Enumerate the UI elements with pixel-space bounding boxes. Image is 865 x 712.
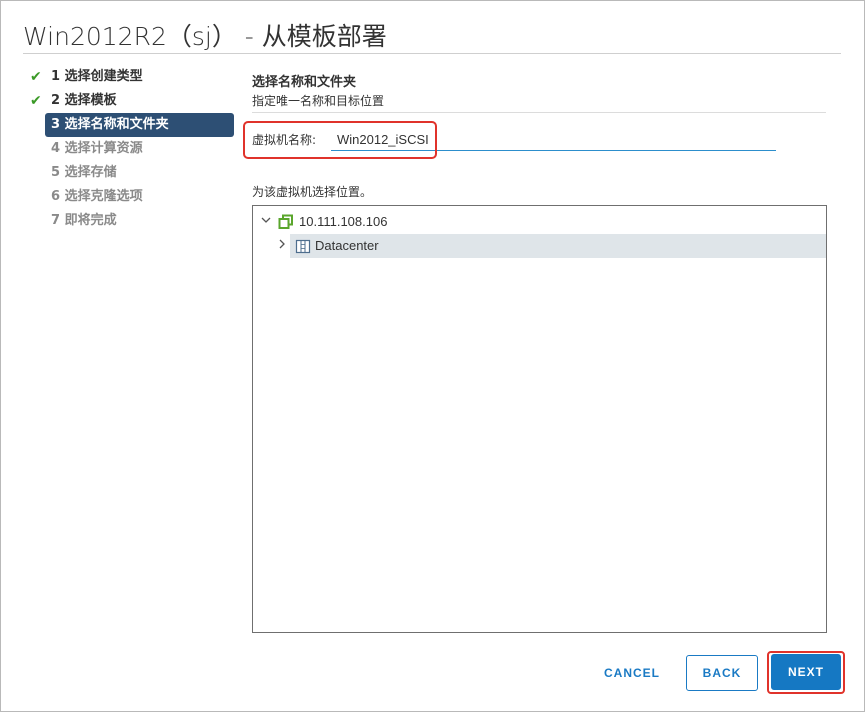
wizard-step-label: 1 选择创建类型 [51, 69, 143, 84]
wizard-step-label: 2 选择模板 [51, 93, 117, 108]
wizard-step-label: 3 选择名称和文件夹 [51, 117, 169, 132]
wizard-step-2[interactable]: ✔ 2 选择模板 [29, 89, 234, 113]
tree-node-vcenter[interactable]: 10.111.108.106 [253, 210, 826, 234]
tree-node-label: 10.111.108.106 [299, 214, 388, 229]
wizard-steps: ✔ 1 选择创建类型 ✔ 2 选择模板 3 选择名称和文件夹 4 选择计算资源 … [29, 65, 234, 233]
wizard-step-3[interactable]: 3 选择名称和文件夹 [45, 113, 234, 137]
tree-node-datacenter[interactable]: Datacenter [279, 234, 826, 258]
wizard-step-label: 6 选择克隆选项 [51, 189, 143, 204]
wizard-step-5: 5 选择存储 [29, 161, 234, 185]
deploy-from-template-dialog: Win2012R2（sj） - 从模板部署 ✔ 1 选择创建类型 ✔ 2 选择模… [0, 0, 865, 712]
wizard-step-label: 7 即将完成 [51, 213, 117, 228]
wizard-step-1[interactable]: ✔ 1 选择创建类型 [29, 65, 234, 89]
wizard-step-7: 7 即将完成 [29, 209, 234, 233]
wizard-step-6: 6 选择克隆选项 [29, 185, 234, 209]
check-icon: ✔ [30, 93, 42, 109]
dialog-title: Win2012R2（sj） - 从模板部署 [23, 22, 387, 51]
section-divider [252, 112, 826, 113]
next-button[interactable]: NEXT [771, 654, 841, 690]
chevron-down-icon[interactable] [260, 214, 272, 228]
chevron-right-icon[interactable] [276, 238, 288, 252]
tree-node-label: Datacenter [315, 238, 379, 253]
location-label: 为该虚拟机选择位置。 [252, 185, 373, 199]
check-icon: ✔ [30, 69, 42, 85]
wizard-step-label: 4 选择计算资源 [51, 141, 143, 156]
vm-name-label: 虚拟机名称: [252, 133, 317, 147]
wizard-step-4: 4 选择计算资源 [29, 137, 234, 161]
vm-name-input[interactable] [331, 129, 776, 151]
back-button[interactable]: BACK [686, 655, 758, 691]
cancel-button[interactable]: CANCEL [596, 655, 668, 691]
wizard-step-label: 5 选择存储 [51, 165, 117, 180]
title-divider [23, 53, 841, 54]
vcenter-icon [278, 214, 294, 234]
section-subtitle: 指定唯一名称和目标位置 [252, 94, 385, 108]
section-title: 选择名称和文件夹 [252, 75, 357, 90]
location-tree[interactable]: 10.111.108.106 Datacenter [252, 205, 827, 633]
datacenter-icon [295, 238, 311, 258]
